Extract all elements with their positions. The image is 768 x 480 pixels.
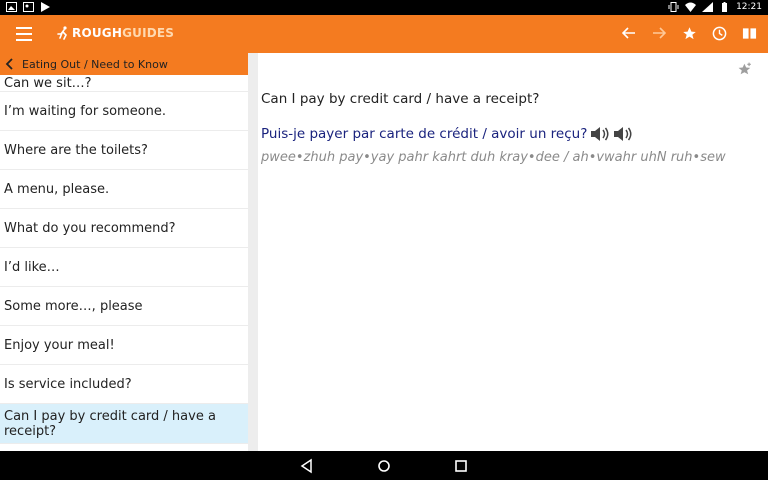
- back-arrow-icon[interactable]: [620, 24, 638, 42]
- favorites-star-icon[interactable]: [680, 24, 698, 42]
- rough-guides-logo: ROUGH GUIDES: [56, 26, 174, 40]
- app-bar: ROUGH GUIDES: [0, 15, 768, 53]
- list-item[interactable]: Can we sit…?: [0, 75, 248, 92]
- speaker-slow-icon[interactable]: [613, 125, 633, 143]
- system-nav-bar: [0, 451, 768, 480]
- image-notification-icon: [23, 2, 34, 12]
- history-clock-icon[interactable]: [710, 24, 728, 42]
- vibrate-icon: [668, 2, 679, 12]
- phrase-list: Can we sit…? I’m waiting for someone. Wh…: [0, 75, 248, 444]
- nav-back-icon[interactable]: [299, 458, 315, 474]
- list-item[interactable]: Where are the toilets?: [0, 131, 248, 170]
- forward-arrow-icon[interactable]: [650, 24, 668, 42]
- list-item[interactable]: I’d like…: [0, 248, 248, 287]
- phrase-detail-panel: Can I pay by credit card / have a receip…: [258, 53, 768, 451]
- breadcrumb-label: Eating Out / Need to Know: [22, 57, 168, 71]
- list-item[interactable]: Some more…, please: [0, 287, 248, 326]
- list-item[interactable]: Enjoy your meal!: [0, 326, 248, 365]
- list-item[interactable]: What do you recommend?: [0, 209, 248, 248]
- menu-icon[interactable]: [16, 27, 32, 41]
- list-item-selected[interactable]: Can I pay by credit card / have a receip…: [0, 404, 248, 444]
- french-phrase-row: Puis-je payer par carte de crédit / avoi…: [261, 125, 633, 143]
- nav-home-icon[interactable]: [376, 458, 392, 474]
- runner-logo-icon: [57, 26, 67, 40]
- status-bar: 12:21: [0, 0, 768, 15]
- nav-recents-icon[interactable]: [453, 458, 469, 474]
- list-item[interactable]: A menu, please.: [0, 170, 248, 209]
- wifi-icon: [685, 2, 697, 12]
- speaker-icon[interactable]: [590, 125, 610, 143]
- english-phrase: Can I pay by credit card / have a receip…: [261, 91, 540, 107]
- panel-divider: [248, 53, 258, 451]
- play-store-icon: [41, 2, 50, 12]
- photo-notification-icon: [6, 2, 17, 12]
- book-icon[interactable]: [740, 24, 758, 42]
- list-item[interactable]: Is service included?: [0, 365, 248, 404]
- french-phrase: Puis-je payer par carte de crédit / avoi…: [261, 126, 588, 142]
- breadcrumb[interactable]: Eating Out / Need to Know: [0, 53, 248, 75]
- clock: 12:21: [736, 2, 762, 12]
- phrase-list-panel: Eating Out / Need to Know Can we sit…? I…: [0, 53, 248, 451]
- chevron-left-icon[interactable]: [4, 58, 16, 70]
- pronunciation: pwee•zhuh pay•yay pahr kahrt duh kray•de…: [261, 150, 726, 165]
- list-item[interactable]: I’m waiting for someone.: [0, 92, 248, 131]
- battery-icon: [722, 2, 728, 12]
- add-favorite-star-icon[interactable]: [738, 62, 752, 76]
- signal-icon: [702, 2, 714, 12]
